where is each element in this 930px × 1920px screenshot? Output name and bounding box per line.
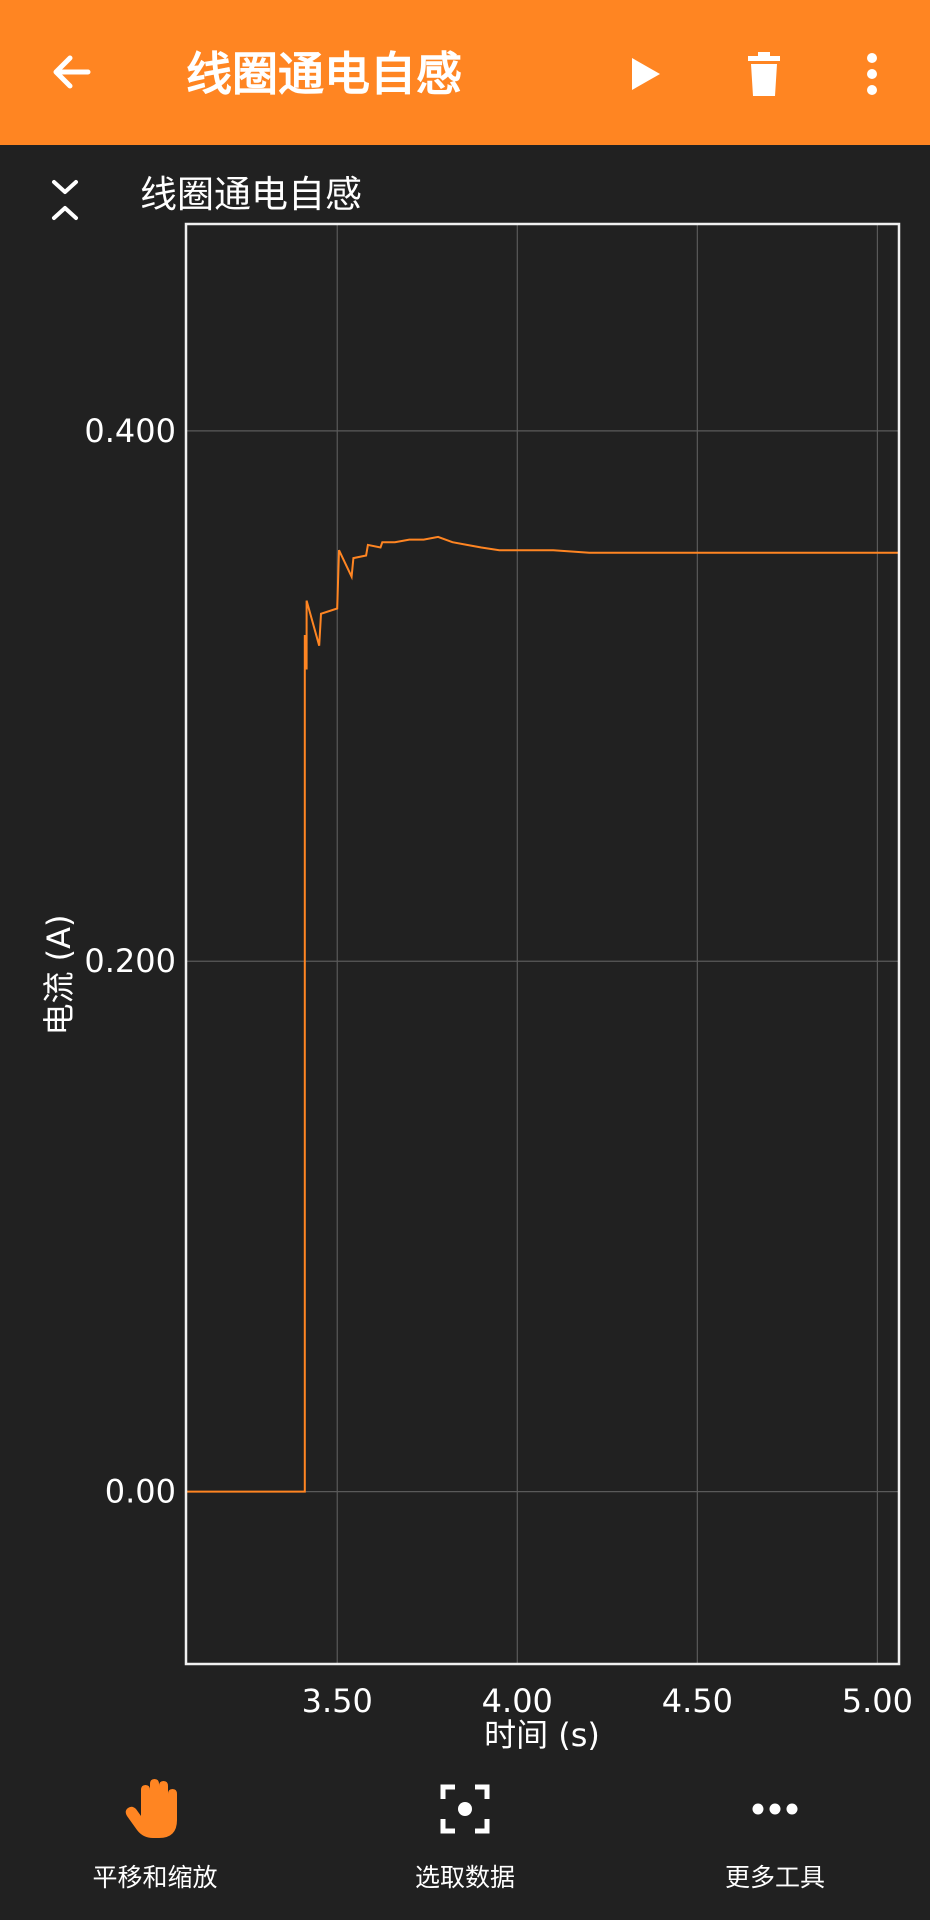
y-tick-label: 0.400 xyxy=(84,412,176,450)
tool-more-tools-label: 更多工具 xyxy=(724,1863,825,1892)
chart-svg[interactable]: 3.50 4.00 4.50 5.00 0.00 0.200 0.400 时间 (s) 电… xyxy=(0,210,930,1754)
chart-series xyxy=(186,535,899,1493)
chart-grid xyxy=(186,224,899,1664)
trash-icon xyxy=(748,52,780,96)
select-data-icon xyxy=(440,1784,490,1834)
bottom-toolbar: 平移和缩放 选取数据 更多工具 xyxy=(0,1760,930,1920)
page-title: 线圈通电自感 xyxy=(186,47,462,101)
y-tick-labels: 0.00 0.200 0.400 xyxy=(84,412,176,1511)
app-bar: 线圈通电自感 xyxy=(0,0,930,145)
x-tick-label: 4.00 xyxy=(482,1682,553,1720)
x-tick-labels: 3.50 4.00 4.50 5.00 xyxy=(302,1682,913,1720)
delete-button[interactable] xyxy=(732,42,796,106)
x-tick-label: 4.50 xyxy=(662,1682,733,1720)
tool-pan-zoom-label: 平移和缩放 xyxy=(92,1863,218,1892)
play-icon xyxy=(632,58,660,90)
more-options-button[interactable] xyxy=(840,42,904,106)
more-horiz-icon xyxy=(752,1803,798,1815)
plot-frame xyxy=(184,222,901,1666)
y-tick-label: 0.200 xyxy=(84,942,176,980)
more-vert-icon xyxy=(867,53,877,95)
tool-select-data-label: 选取数据 xyxy=(414,1863,515,1892)
hand-pan-icon xyxy=(125,1779,177,1838)
tool-more-tools[interactable]: 更多工具 xyxy=(620,1760,930,1920)
y-tick-label: 0.00 xyxy=(105,1473,176,1511)
x-axis-label: 时间 (s) xyxy=(484,1716,600,1750)
y-axis-label: 电流 (A) xyxy=(40,914,78,1035)
arrow-left-icon xyxy=(53,55,91,89)
x-tick-label: 3.50 xyxy=(302,1682,373,1720)
x-tick-label: 5.00 xyxy=(842,1682,913,1720)
tool-select-data[interactable]: 选取数据 xyxy=(310,1760,620,1920)
back-button[interactable] xyxy=(40,40,104,104)
tool-pan-zoom[interactable]: 平移和缩放 xyxy=(0,1760,310,1920)
current-time-chart[interactable]: 3.50 4.00 4.50 5.00 0.00 0.200 0.400 时间 (s) 电… xyxy=(0,210,930,1754)
play-button[interactable] xyxy=(612,42,676,106)
current-series-line xyxy=(186,535,899,1493)
